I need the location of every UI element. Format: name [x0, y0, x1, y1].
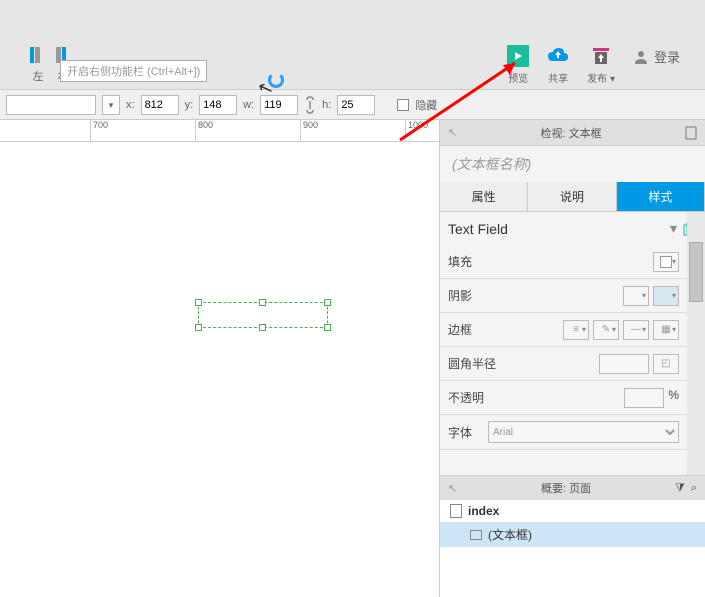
tooltip: 开启右侧功能栏 (Ctrl+Alt+]) — [60, 60, 207, 82]
ruler-tick: 800 — [195, 120, 213, 141]
font-row: 字体 Arial — [440, 415, 687, 450]
widget-icon — [470, 530, 482, 540]
x-input[interactable] — [141, 95, 179, 115]
outline-page-item[interactable]: index — [440, 500, 705, 522]
properties-bar: ▾ x: y: w: h: 隐藏 — [0, 90, 705, 120]
fill-row: 填充 — [440, 245, 687, 279]
h-label: h: — [322, 99, 331, 111]
radius-input[interactable] — [599, 354, 649, 374]
w-label: w: — [243, 99, 254, 111]
publish-label: 发布 ▾ — [587, 70, 615, 85]
page-icon[interactable] — [685, 126, 697, 140]
outline-page-label: index — [468, 504, 499, 518]
tab-notes[interactable]: 说明 — [528, 182, 616, 211]
fill-label: 填充 — [448, 253, 653, 270]
share-button[interactable]: 共享 — [547, 45, 569, 85]
preview-button[interactable]: 预览 — [507, 45, 529, 85]
resize-handle[interactable] — [195, 299, 202, 306]
outline-panel: ↖ 概要: 页面 ⧩ ⌕ index (文本框) — [440, 475, 705, 597]
resize-handle[interactable] — [259, 299, 266, 306]
opacity-row: 不透明 % — [440, 381, 687, 415]
ruler-tick: 1000 — [405, 120, 428, 141]
outline-widget-label: (文本框) — [488, 526, 532, 543]
outline-title: 概要: 页面 — [457, 480, 675, 496]
border-width-button[interactable]: ≡ — [563, 320, 589, 340]
resize-handle[interactable] — [324, 299, 331, 306]
radius-row: 圆角半径 ◰ — [440, 347, 687, 381]
border-vis-button[interactable]: ▦ — [653, 320, 679, 340]
align-left-button[interactable]: 左 — [28, 45, 48, 84]
align-left-icon — [28, 45, 48, 65]
widget-name-input[interactable] — [6, 95, 96, 115]
radius-label: 圆角半径 — [448, 355, 599, 372]
resize-handle[interactable] — [259, 324, 266, 331]
publish-icon — [590, 45, 612, 67]
inspector-header: ↖ 检视: 文本框 — [440, 120, 705, 146]
ruler-tick: 700 — [90, 120, 108, 141]
widget-name-field[interactable]: (文本框名称) — [440, 146, 705, 182]
font-label: 字体 — [448, 424, 488, 441]
opacity-input[interactable] — [624, 388, 664, 408]
ruler-tick: 900 — [300, 120, 318, 141]
scrollbar-thumb[interactable] — [689, 242, 703, 302]
link-icon[interactable] — [304, 96, 316, 114]
opacity-label: 不透明 — [448, 389, 624, 406]
login-label: 登录 — [654, 47, 680, 66]
tab-properties[interactable]: 属性 — [440, 182, 528, 211]
fill-color-picker[interactable] — [653, 252, 679, 272]
inner-shadow-button[interactable] — [653, 286, 679, 306]
font-select[interactable]: Arial — [488, 421, 679, 443]
filter-icon[interactable]: ⧩ — [675, 482, 685, 495]
inspector-title: 检视: 文本框 — [541, 125, 602, 141]
outer-shadow-button[interactable] — [623, 286, 649, 306]
collapse-icon[interactable]: ↖ — [448, 482, 457, 495]
page-icon — [450, 504, 462, 518]
collapse-icon[interactable]: ↖ — [448, 126, 457, 139]
opacity-unit: % — [668, 388, 679, 408]
align-left-label: 左 — [33, 68, 44, 84]
hide-label: 隐藏 — [415, 97, 437, 113]
publish-button[interactable]: 发布 ▾ — [587, 45, 615, 85]
shadow-row: 阴影 — [440, 279, 687, 313]
inspector-tabs: 属性 说明 样式 — [440, 182, 705, 212]
border-label: 边框 — [448, 321, 488, 338]
x-label: x: — [126, 99, 135, 111]
border-row: 边框 ≡ ✎ — ▦ — [440, 313, 687, 347]
cloud-icon — [547, 45, 569, 67]
border-style-button[interactable]: — — [623, 320, 649, 340]
style-panel: Text Field ▾ 填充 阴影 边框 ≡ ✎ — ▦ 圆 — [440, 212, 705, 475]
name-dropdown[interactable]: ▾ — [102, 95, 120, 115]
style-menu-icon[interactable]: ▾ — [670, 220, 677, 237]
resize-handle[interactable] — [195, 324, 202, 331]
h-input[interactable] — [337, 95, 375, 115]
widget-type-label: Text Field — [448, 221, 670, 237]
top-toolbar: 左 右 开启右侧功能栏 (Ctrl+Alt+]) ↖ 预览 共享 发布 ▾ — [0, 0, 705, 90]
share-label: 共享 — [548, 70, 568, 85]
scrollbar[interactable] — [687, 212, 705, 475]
selected-widget[interactable] — [198, 302, 328, 328]
y-label: y: — [185, 99, 194, 111]
tab-style[interactable]: 样式 — [617, 182, 705, 211]
hide-checkbox[interactable] — [397, 99, 409, 111]
play-icon — [507, 45, 529, 67]
outline-widget-item[interactable]: (文本框) — [440, 522, 705, 547]
resize-handle[interactable] — [324, 324, 331, 331]
border-color-button[interactable]: ✎ — [593, 320, 619, 340]
preview-label: 预览 — [508, 70, 528, 85]
search-icon[interactable]: ⌕ — [691, 482, 697, 495]
shadow-label: 阴影 — [448, 287, 623, 304]
y-input[interactable] — [199, 95, 237, 115]
login-button[interactable]: 登录 — [633, 47, 680, 66]
user-icon — [633, 49, 649, 65]
radius-corners-button[interactable]: ◰ — [653, 354, 679, 374]
inspector-panel: ↖ 检视: 文本框 (文本框名称) 属性 说明 样式 Text Field ▾ … — [439, 120, 705, 597]
